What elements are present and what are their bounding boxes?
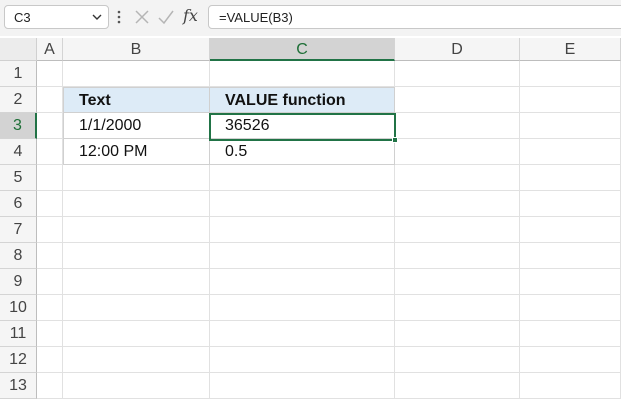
grid-cell[interactable] (63, 217, 210, 243)
grid-cell[interactable] (37, 87, 63, 113)
grid-cell[interactable] (210, 243, 395, 269)
more-options-icon[interactable] (116, 9, 122, 25)
grid-cell[interactable] (520, 139, 621, 165)
grid-cell[interactable] (520, 269, 621, 295)
grid-cell[interactable] (37, 191, 63, 217)
grid-cell[interactable] (63, 165, 210, 191)
grid-cell[interactable] (210, 347, 395, 373)
grid-cell[interactable] (520, 113, 621, 139)
grid-cell[interactable] (37, 347, 63, 373)
row-header-9[interactable]: 9 (0, 269, 37, 295)
row-header-7[interactable]: 7 (0, 217, 37, 243)
enter-check-icon[interactable] (157, 8, 175, 26)
column-header-d[interactable]: D (395, 38, 520, 61)
formula-text: =VALUE(B3) (219, 10, 293, 25)
formula-input[interactable]: =VALUE(B3) (208, 5, 621, 29)
table-cell-b3[interactable]: 1/1/2000 (63, 113, 210, 139)
grid-cell[interactable] (395, 61, 520, 87)
grid-cell[interactable] (395, 113, 520, 139)
table-header-value-function[interactable]: VALUE function (210, 87, 395, 113)
fill-handle[interactable] (392, 137, 398, 143)
column-header-e[interactable]: E (520, 38, 621, 61)
grid-cell[interactable] (37, 139, 63, 165)
grid-cell[interactable] (395, 347, 520, 373)
grid-cell[interactable] (210, 295, 395, 321)
cancel-icon[interactable] (133, 8, 151, 26)
chevron-down-icon[interactable] (91, 11, 103, 23)
grid-cell[interactable] (210, 217, 395, 243)
grid-cell[interactable] (210, 191, 395, 217)
grid-cell[interactable] (37, 243, 63, 269)
grid-cell[interactable] (63, 347, 210, 373)
grid-cell[interactable] (63, 295, 210, 321)
column-header-c[interactable]: C (210, 38, 395, 61)
grid-cell[interactable] (520, 165, 621, 191)
grid-cell[interactable] (37, 113, 63, 139)
grid-cell[interactable] (520, 347, 621, 373)
column-header-a[interactable]: A (37, 38, 63, 61)
table-cell-b4[interactable]: 12:00 PM (63, 139, 210, 165)
row-header-2[interactable]: 2 (0, 87, 37, 113)
grid-cell[interactable] (63, 243, 210, 269)
grid-cell[interactable] (210, 61, 395, 87)
grid-cell[interactable] (37, 165, 63, 191)
grid-cell[interactable] (63, 373, 210, 399)
grid-cell[interactable] (520, 191, 621, 217)
table-cell-c4[interactable]: 0.5 (210, 139, 395, 165)
table-header-text[interactable]: Text (63, 87, 210, 113)
grid-cell[interactable] (395, 269, 520, 295)
grid-cell[interactable] (520, 321, 621, 347)
grid-cell[interactable] (520, 61, 621, 87)
grid-cell[interactable] (37, 269, 63, 295)
grid-cell[interactable] (37, 373, 63, 399)
grid-cell[interactable] (520, 295, 621, 321)
grid-cell[interactable] (37, 295, 63, 321)
grid-cell[interactable] (520, 217, 621, 243)
grid-cell[interactable] (37, 61, 63, 87)
grid-cell[interactable] (37, 321, 63, 347)
row-header-6[interactable]: 6 (0, 191, 37, 217)
grid-cell[interactable] (63, 191, 210, 217)
row-header-1[interactable]: 1 (0, 61, 37, 87)
row-header-3[interactable]: 3 (0, 113, 37, 139)
name-box[interactable]: C3 (4, 5, 109, 29)
row-header-4[interactable]: 4 (0, 139, 37, 165)
grid-cell[interactable] (63, 269, 210, 295)
grid-cell[interactable] (37, 217, 63, 243)
table-cell-c3[interactable]: 36526 (210, 113, 395, 139)
grid-cell[interactable] (395, 321, 520, 347)
row-header-8[interactable]: 8 (0, 243, 37, 269)
grid-cell[interactable] (520, 373, 621, 399)
row-header-5[interactable]: 5 (0, 165, 37, 191)
name-box-value: C3 (14, 10, 31, 25)
formula-bar: C3 fx =VALUE(B3) (0, 0, 621, 36)
grid-cell[interactable] (395, 217, 520, 243)
grid-cell[interactable] (210, 165, 395, 191)
row-header-13[interactable]: 13 (0, 373, 37, 399)
grid-cell[interactable] (395, 139, 520, 165)
grid-cell[interactable] (210, 373, 395, 399)
grid-cell[interactable] (63, 321, 210, 347)
grid-cell[interactable] (210, 321, 395, 347)
insert-function-icon[interactable]: fx (183, 6, 201, 25)
row-header-11[interactable]: 11 (0, 321, 37, 347)
grid-cell[interactable] (395, 87, 520, 113)
grid-cell[interactable] (395, 373, 520, 399)
grid-cell[interactable] (520, 87, 621, 113)
row-header-10[interactable]: 10 (0, 295, 37, 321)
grid-cell[interactable] (520, 243, 621, 269)
grid-cell[interactable] (210, 269, 395, 295)
select-all-corner[interactable] (0, 38, 37, 61)
grid-cell[interactable] (63, 61, 210, 87)
grid-cell[interactable] (395, 191, 520, 217)
grid-cell[interactable] (395, 243, 520, 269)
row-header-12[interactable]: 12 (0, 347, 37, 373)
grid-cell[interactable] (395, 165, 520, 191)
column-header-b[interactable]: B (63, 38, 210, 61)
grid-cell[interactable] (395, 295, 520, 321)
